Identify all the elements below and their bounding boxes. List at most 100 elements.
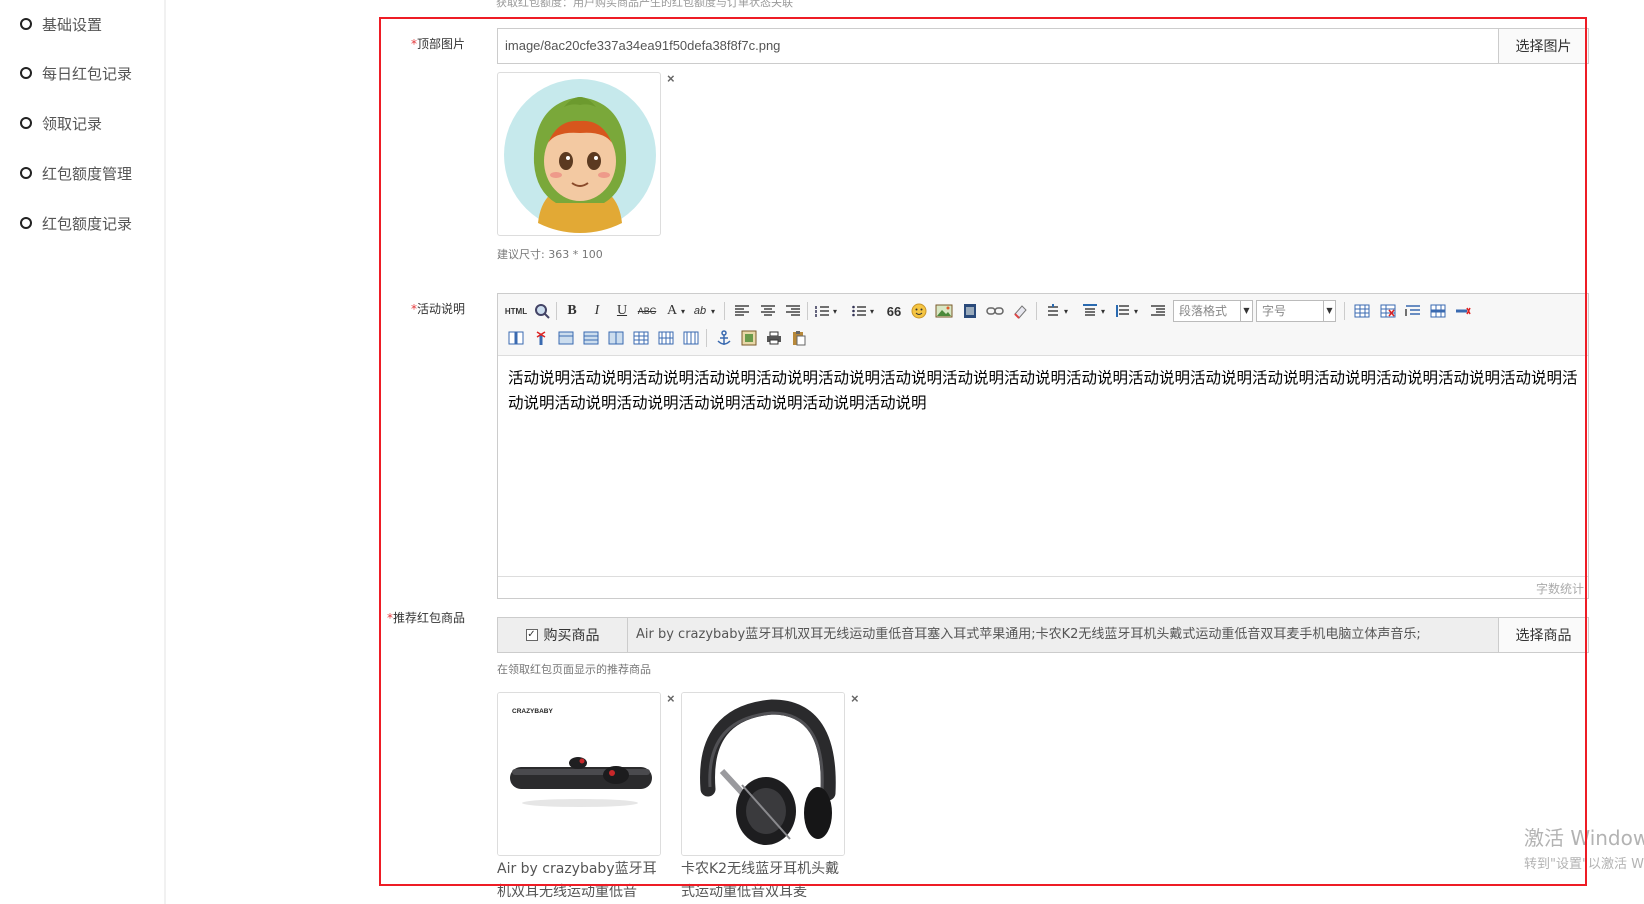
product-name-1: Air by crazybaby蓝牙耳机双耳无线运动重低音 — [497, 861, 657, 900]
sidebar: 基础设置 每日红包记录 领取记录 红包额度管理 红包额度记录 — [0, 0, 166, 904]
select-image-button[interactable]: 选择图片 — [1498, 29, 1588, 63]
paragraph-spacing-bottom-icon[interactable] — [1113, 301, 1133, 321]
split-cells-icon[interactable] — [631, 328, 651, 348]
delete-row-icon[interactable] — [1453, 301, 1473, 321]
buy-product-checkbox[interactable]: ✓ 购买商品 — [498, 618, 628, 652]
sidebar-item-label: 每日红包记录 — [42, 64, 133, 83]
anchor-icon[interactable] — [714, 328, 734, 348]
chevron-down-icon[interactable]: ▾ — [830, 301, 840, 321]
toolbar-separator — [807, 302, 808, 320]
video-icon[interactable] — [960, 301, 980, 321]
insert-row-icon[interactable] — [1428, 301, 1448, 321]
emoji-icon[interactable] — [909, 301, 929, 321]
merge-down-icon[interactable] — [606, 328, 626, 348]
sidebar-item-label: 基础设置 — [42, 15, 103, 34]
image-icon[interactable] — [934, 301, 954, 321]
sidebar-item-label: 红包额度记录 — [42, 214, 133, 233]
checkbox-checked-icon: ✓ — [525, 629, 538, 641]
avatar-image — [504, 79, 656, 233]
editor-footer: 字数统计 — [498, 576, 1588, 598]
circle-icon — [20, 117, 32, 129]
insert-frame-icon[interactable] — [739, 328, 759, 348]
sidebar-item-label: 领取记录 — [42, 114, 103, 133]
split-rows-icon[interactable] — [656, 328, 676, 348]
word-count: 字数统计 — [1535, 582, 1584, 596]
chevron-down-icon[interactable]: ▾ — [678, 301, 688, 321]
buy-product-label: 购买商品 — [543, 628, 600, 644]
product-thumb-crazybaby[interactable]: CRAZYBABY — [497, 692, 661, 856]
top-image-size-hint: 建议尺寸: 363 * 100 — [497, 248, 603, 261]
html-source-button[interactable]: HTML — [504, 301, 528, 321]
top-image-path-input[interactable] — [498, 29, 1498, 63]
windows-activation-watermark: 激活 Windows 转到"设置"以激活 Windows。 — [1524, 822, 1644, 872]
align-center-icon[interactable] — [758, 301, 778, 321]
toolbar-separator — [706, 329, 707, 347]
strikethrough-button[interactable]: ABC — [637, 301, 657, 321]
blockquote-button[interactable]: 66 — [884, 301, 904, 321]
split-columns-icon[interactable] — [681, 328, 701, 348]
select-products-button[interactable]: 选择商品 — [1498, 618, 1588, 652]
sidebar-item-quota-records[interactable]: 红包额度记录 — [20, 211, 132, 235]
earbuds-image: CRAZYBABY — [498, 693, 660, 855]
chevron-down-icon: ▼ — [1240, 301, 1252, 321]
chevron-down-icon[interactable]: ▾ — [867, 301, 877, 321]
top-image-input-group: 选择图片 — [497, 28, 1589, 64]
toolbar-separator — [1036, 302, 1037, 320]
product-name-2: 卡农K2无线蓝牙耳机头戴式运动重低音双耳麦 — [681, 861, 840, 900]
remove-product-1-button[interactable]: × — [667, 692, 675, 705]
paragraph-format-select[interactable]: 段落格式 ▼ — [1173, 300, 1253, 322]
bold-button[interactable]: B — [562, 301, 582, 321]
watermark-line-2: 转到"设置"以激活 Windows。 — [1524, 857, 1644, 872]
merge-cells-icon[interactable] — [556, 328, 576, 348]
editor-toolbar: HTML B I U ABC A ▾ ab ▾ ▾ ▾ 66 ▾ ▾ ▾ 段落格… — [498, 294, 1588, 356]
merge-right-icon[interactable] — [581, 328, 601, 348]
align-right-icon[interactable] — [783, 301, 803, 321]
align-left-icon[interactable] — [732, 301, 752, 321]
delete-column-icon[interactable] — [531, 328, 551, 348]
paragraph-spacing-top-icon[interactable] — [1080, 301, 1100, 321]
headphones-image — [682, 693, 844, 855]
svg-text:CRAZYBABY: CRAZYBABY — [512, 708, 553, 715]
chevron-down-icon: ▼ — [1323, 301, 1335, 321]
eraser-icon[interactable] — [1010, 301, 1030, 321]
paste-icon[interactable] — [789, 328, 809, 348]
insert-paragraph-before-table-icon[interactable] — [1403, 301, 1423, 321]
products-label: *推荐红包商品 — [386, 611, 465, 625]
circle-icon — [20, 18, 32, 30]
sidebar-item-basic-settings[interactable]: 基础设置 — [20, 12, 102, 36]
insert-column-icon[interactable] — [506, 328, 526, 348]
toolbar-separator — [724, 302, 725, 320]
chevron-down-icon[interactable]: ▾ — [708, 301, 718, 321]
products-input-group: ✓ 购买商品 Air by crazybaby蓝牙耳机双耳无线运动重低音耳塞入耳… — [497, 617, 1589, 653]
chevron-down-icon[interactable]: ▾ — [1061, 301, 1071, 321]
print-icon[interactable] — [764, 328, 784, 348]
circle-icon — [20, 217, 32, 229]
chevron-down-icon[interactable]: ▾ — [1098, 301, 1108, 321]
preview-icon[interactable] — [532, 301, 552, 321]
font-size-select[interactable]: 字号 ▼ — [1256, 300, 1336, 322]
chevron-down-icon[interactable]: ▾ — [1131, 301, 1141, 321]
sidebar-item-daily-records[interactable]: 每日红包记录 — [20, 61, 132, 85]
italic-button[interactable]: I — [587, 301, 607, 321]
indent-icon[interactable] — [1148, 301, 1168, 321]
circle-icon — [20, 167, 32, 179]
remove-top-image-button[interactable]: × — [667, 72, 675, 85]
watermark-line-1: 激活 Windows — [1524, 826, 1644, 850]
underline-button[interactable]: U — [612, 301, 632, 321]
ordered-list-icon[interactable] — [812, 301, 832, 321]
link-icon[interactable] — [985, 301, 1005, 321]
circle-icon — [20, 67, 32, 79]
line-spacing-icon[interactable] — [1043, 301, 1063, 321]
delete-table-icon[interactable] — [1378, 301, 1398, 321]
editor-content[interactable]: 活动说明活动说明活动说明活动说明活动说明活动说明活动说明活动说明活动说明活动说明… — [508, 366, 1582, 416]
insert-table-icon[interactable] — [1352, 301, 1372, 321]
remove-product-2-button[interactable]: × — [851, 692, 859, 705]
unordered-list-icon[interactable] — [849, 301, 869, 321]
products-hint: 在领取红包页面显示的推荐商品 — [497, 663, 651, 676]
product-thumb-k2[interactable] — [681, 692, 845, 856]
selected-products-field[interactable]: Air by crazybaby蓝牙耳机双耳无线运动重低音耳塞入耳式苹果通用;卡… — [628, 618, 1498, 652]
highlight-color-button[interactable]: ab — [690, 301, 710, 321]
sidebar-item-claim-records[interactable]: 领取记录 — [20, 111, 102, 135]
sidebar-item-quota-management[interactable]: 红包额度管理 — [20, 161, 132, 185]
toolbar-separator — [1344, 302, 1345, 320]
